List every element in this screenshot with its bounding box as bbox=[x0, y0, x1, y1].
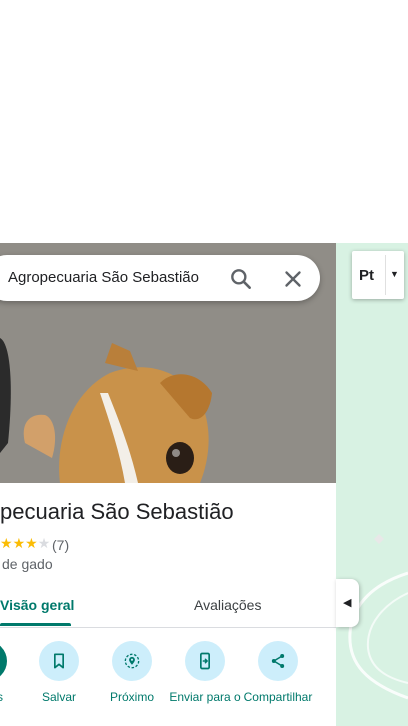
directions-label: s bbox=[0, 690, 3, 704]
collapse-panel-icon: ◀ bbox=[343, 597, 352, 609]
nearby-label: Próximo bbox=[109, 690, 154, 704]
map-area[interactable] bbox=[336, 243, 408, 726]
collapse-panel-button[interactable]: ◀ bbox=[336, 579, 359, 627]
map-layers-button[interactable]: Pt ▼ bbox=[352, 251, 404, 299]
search-icon[interactable] bbox=[228, 266, 254, 292]
layers-divider bbox=[385, 255, 386, 295]
tab-overview[interactable]: Visão geral bbox=[0, 597, 74, 613]
directions-icon bbox=[0, 641, 7, 681]
star-icon: ★ bbox=[12, 535, 26, 551]
star-icon: ★ bbox=[25, 535, 38, 551]
bookmark-icon bbox=[39, 641, 79, 681]
terrain-layer-icon: Pt bbox=[359, 267, 374, 284]
tab-reviews[interactable]: Avaliações bbox=[194, 597, 261, 613]
tab-bar: Visão geral Avaliações bbox=[0, 583, 336, 628]
map-landmark-marker bbox=[374, 534, 384, 544]
save-button[interactable]: Salvar bbox=[19, 641, 99, 726]
active-tab-indicator bbox=[0, 623, 71, 626]
star-empty-icon: ★ bbox=[37, 535, 51, 551]
close-icon[interactable] bbox=[280, 266, 306, 292]
map-roads bbox=[348, 534, 408, 700]
chevron-down-icon[interactable]: ▼ bbox=[390, 269, 399, 279]
nearby-icon bbox=[112, 641, 152, 681]
send-to-phone-button[interactable]: Enviar para o bbox=[165, 641, 245, 726]
place-title: pecuaria São Sebastião bbox=[0, 499, 234, 524]
search-box[interactable]: Agropecuaria São Sebastião bbox=[0, 255, 320, 301]
search-input[interactable]: Agropecuaria São Sebastião bbox=[8, 269, 199, 286]
share-icon bbox=[258, 641, 298, 681]
share-button[interactable]: Compartilhar bbox=[238, 641, 318, 726]
star-icon: ★ bbox=[0, 535, 13, 551]
send-to-phone-icon bbox=[185, 641, 225, 681]
review-count[interactable]: (7) bbox=[52, 537, 69, 553]
nearby-button[interactable]: Próximo bbox=[92, 641, 172, 726]
rating-stars: ★ ★ ★ ★ bbox=[0, 535, 50, 551]
send-to-phone-label: Enviar para o bbox=[169, 690, 241, 704]
place-category[interactable]: de gado bbox=[2, 556, 53, 572]
save-label: Salvar bbox=[41, 690, 76, 704]
place-panel: Agropecuaria São Sebastião pecuaria São … bbox=[0, 243, 336, 726]
share-label: Compartilhar bbox=[243, 690, 313, 704]
